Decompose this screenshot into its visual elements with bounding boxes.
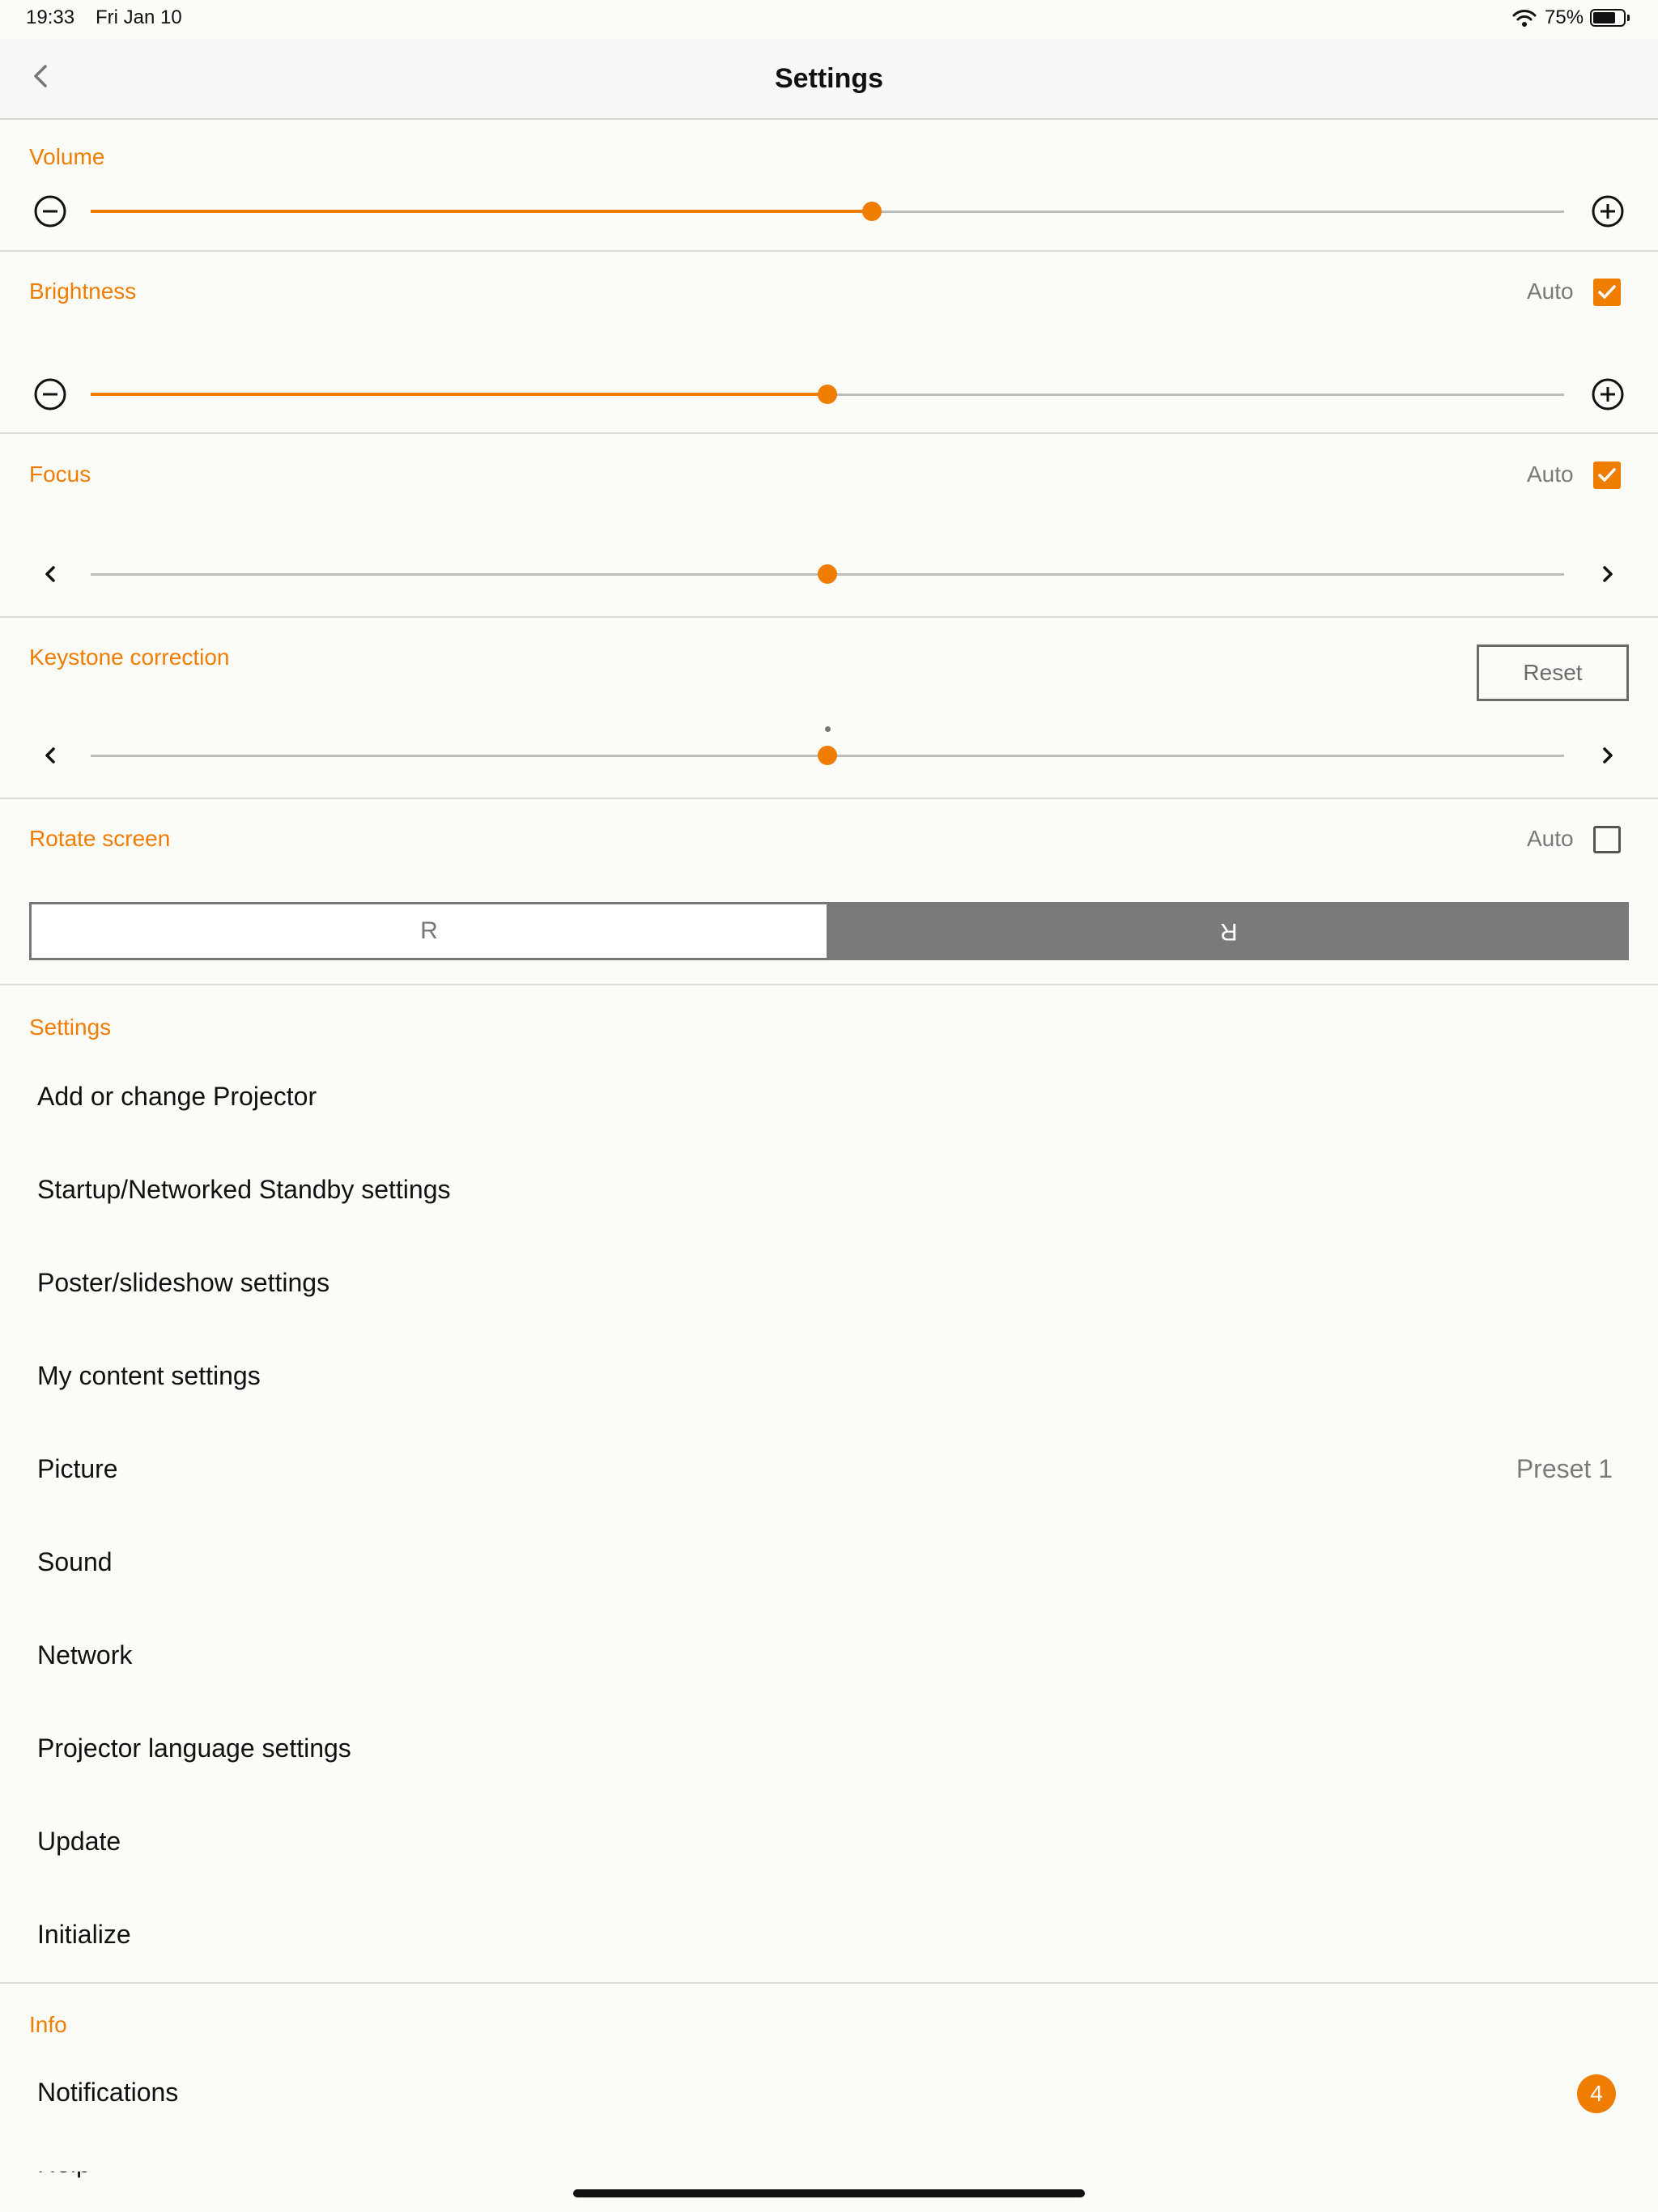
menu-item-label: Projector language settings <box>37 1733 351 1763</box>
keystone-label: Keystone correction <box>29 644 230 670</box>
menu-item-label: Add or change Projector <box>37 1082 317 1111</box>
battery-percent: 75% <box>1545 6 1584 28</box>
menu-item-label: My content settings <box>37 1361 261 1390</box>
volume-slider-fill <box>91 210 872 213</box>
menu-item-picture[interactable]: Picture Preset 1 <box>0 1423 1658 1516</box>
menu-item-label: Update <box>37 1827 121 1856</box>
home-indicator <box>573 2189 1085 2197</box>
menu-item-label: Startup/Networked Standby settings <box>37 1175 451 1204</box>
divider <box>0 1982 1658 1984</box>
center-marker <box>825 726 831 732</box>
wifi-icon <box>1512 10 1537 27</box>
menu-item-startup-standby[interactable]: Startup/Networked Standby settings <box>0 1144 1658 1236</box>
rotate-screen-label: Rotate screen <box>29 826 171 851</box>
status-bar: 19:33 Fri Jan 10 75% <box>0 0 1658 39</box>
divider <box>0 984 1658 985</box>
chevron-left-icon[interactable] <box>32 556 68 592</box>
status-time: 19:33 <box>26 6 75 28</box>
menu-item-label: Picture <box>37 1454 118 1483</box>
rotate-flipped-label: R <box>1220 918 1238 945</box>
menu-item-label: Poster/slideshow settings <box>37 1268 330 1297</box>
brightness-auto-checkbox[interactable] <box>1593 279 1621 306</box>
battery-cap <box>1627 15 1630 21</box>
menu-item-notifications[interactable]: Notifications <box>0 2047 1658 2139</box>
chevron-right-icon[interactable] <box>1590 556 1626 592</box>
brightness-label: Brightness <box>29 279 137 304</box>
info-section-header: Info <box>29 2012 67 2037</box>
rotate-auto-label: Auto <box>1527 826 1574 851</box>
menu-item-update[interactable]: Update <box>0 1796 1658 1888</box>
focus-slider-thumb[interactable] <box>818 564 837 584</box>
menu-item-my-content[interactable]: My content settings <box>0 1330 1658 1423</box>
checkmark-icon <box>1598 468 1616 482</box>
navigation-bar: Settings <box>0 39 1658 120</box>
menu-item-help[interactable]: Help <box>37 2172 199 2183</box>
chevron-left-icon[interactable] <box>32 738 68 773</box>
battery-icon <box>1590 9 1626 27</box>
menu-item-label: Notifications <box>37 2078 179 2107</box>
menu-item-add-projector[interactable]: Add or change Projector <box>0 1051 1658 1143</box>
menu-item-language[interactable]: Projector language settings <box>0 1703 1658 1795</box>
settings-section-header: Settings <box>29 1015 112 1040</box>
menu-item-sound[interactable]: Sound <box>0 1516 1658 1609</box>
minus-circle-icon[interactable] <box>32 376 68 412</box>
focus-auto-checkbox[interactable] <box>1593 462 1621 489</box>
minus-circle-icon[interactable] <box>32 194 68 229</box>
rotate-normal-button[interactable]: R <box>29 902 829 960</box>
keystone-slider-thumb[interactable] <box>818 746 837 765</box>
brightness-slider-thumb[interactable] <box>818 385 837 404</box>
chevron-right-icon[interactable] <box>1590 738 1626 773</box>
page-title: Settings <box>774 63 884 94</box>
menu-item-label: Network <box>37 1640 133 1670</box>
menu-item-label: Initialize <box>37 1920 131 1949</box>
divider <box>0 432 1658 434</box>
rotate-auto-checkbox[interactable] <box>1593 826 1621 853</box>
menu-item-initialize[interactable]: Initialize <box>0 1889 1658 1981</box>
menu-item-label: Help <box>37 2172 199 2179</box>
menu-item-network[interactable]: Network <box>0 1610 1658 1702</box>
focus-auto-label: Auto <box>1527 462 1574 487</box>
rotate-flipped-button[interactable]: R <box>829 902 1629 960</box>
divider <box>0 250 1658 252</box>
plus-circle-icon[interactable] <box>1590 376 1626 412</box>
checkmark-icon <box>1598 285 1616 299</box>
notification-count-badge: 4 <box>1577 2074 1616 2113</box>
brightness-slider-fill <box>91 393 827 396</box>
brightness-auto-label: Auto <box>1527 279 1574 304</box>
reset-button[interactable]: Reset <box>1477 644 1629 701</box>
menu-item-poster-slideshow[interactable]: Poster/slideshow settings <box>0 1237 1658 1329</box>
divider <box>0 616 1658 618</box>
divider <box>0 798 1658 799</box>
plus-circle-icon[interactable] <box>1590 194 1626 229</box>
status-date: Fri Jan 10 <box>96 6 182 28</box>
menu-item-label: Sound <box>37 1547 113 1576</box>
volume-label: Volume <box>29 144 105 169</box>
menu-item-value: Preset 1 <box>1516 1454 1613 1483</box>
volume-slider-thumb[interactable] <box>861 202 882 221</box>
focus-label: Focus <box>29 462 91 487</box>
